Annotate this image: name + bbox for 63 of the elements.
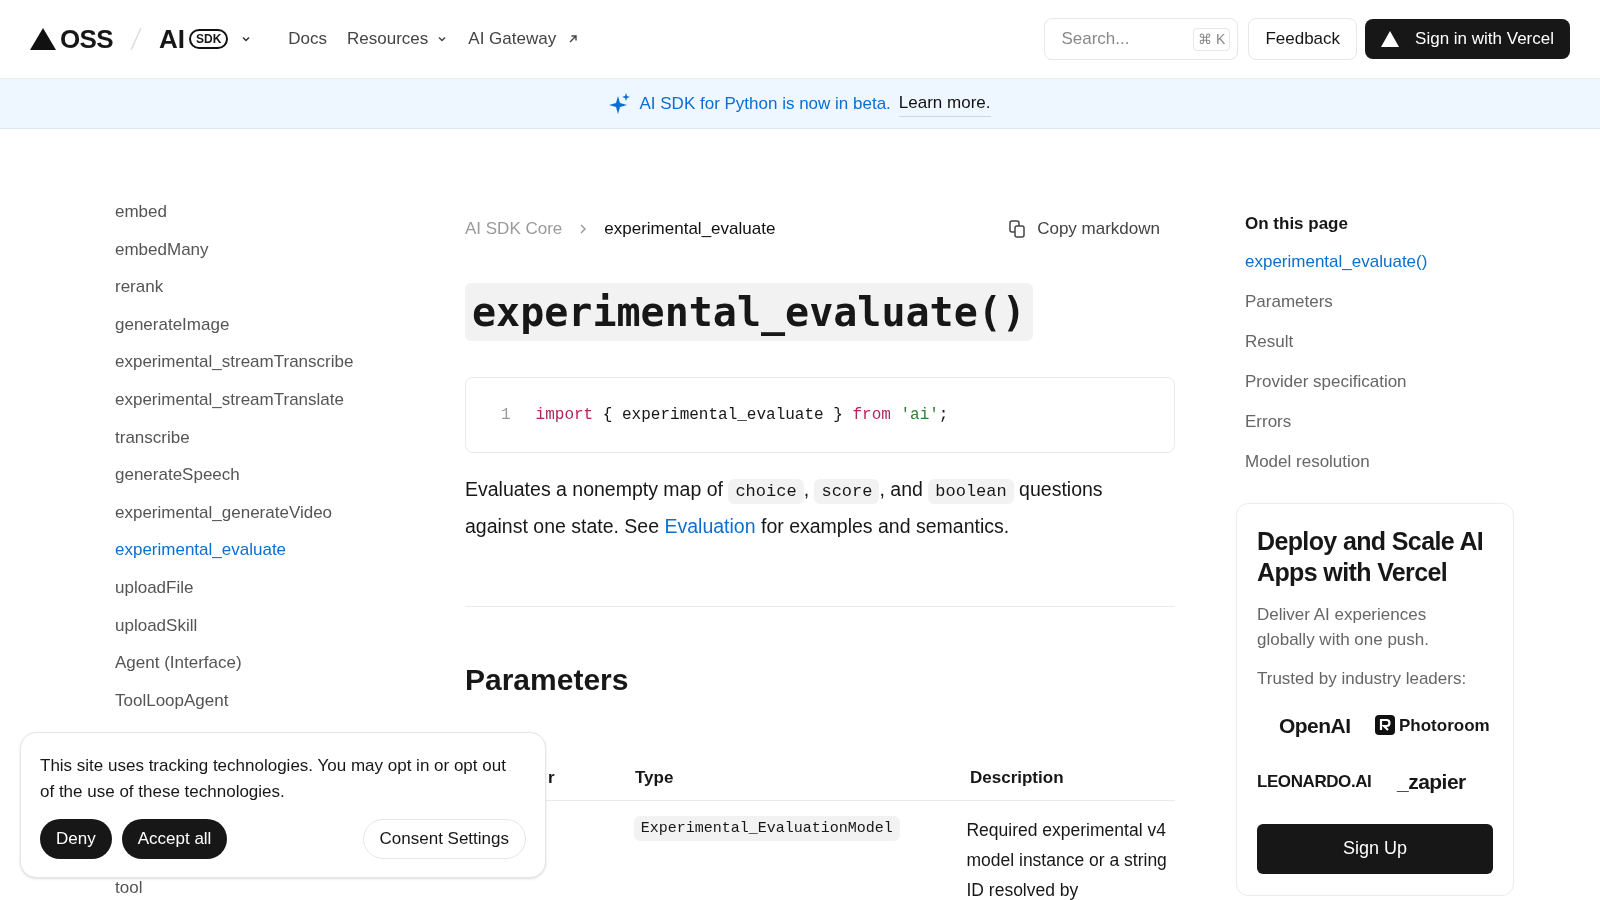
toc-link[interactable]: Result [1245,322,1530,362]
sdk-badge: SDK [188,29,229,49]
description-paragraph: Evaluates a nonempty map of choice , score , and boolean questions against one state. See Evaluation for examples and semantics. [465,477,1104,539]
triangle-icon [1381,31,1400,47]
sidebar-item[interactable]: generateImage [115,305,465,344]
sidebar-item[interactable]: uploadSkill [115,606,465,645]
photo-logo-icon [1375,715,1395,736]
banner-text: AI SDK for Python is now in beta. [639,92,891,115]
column-header: Type [635,767,674,787]
triangle-logo-icon [30,28,56,50]
slash-divider-icon [128,27,143,51]
cookie-message: This site uses tracking technologies. You may opt in or opt out of the use of these technologies. [40,755,507,803]
toc-link[interactable]: experimental_evaluate() [1245,242,1530,282]
sidebar-item[interactable]: ToolLoopAgent [115,681,465,720]
evaluation-link[interactable]: Evaluation [664,515,756,537]
sidebar-item[interactable]: experimental_streamTranscribe [115,343,465,381]
sidebar-item[interactable]: experimental_evaluate [115,531,465,569]
sign-in-button[interactable]: Sign in with Vercel [1365,19,1570,59]
sidebar-item[interactable]: embed [115,193,465,231]
brand-logo: Photoroom [1399,714,1490,737]
sign-up-button[interactable]: Sign Up [1257,823,1493,874]
nav-link[interactable]: AI Gateway [468,26,579,52]
sidebar-item[interactable]: uploadFile [115,568,465,607]
sidebar-item[interactable]: experimental_streamTranslate [115,380,465,419]
line-number: 1 [501,405,511,426]
shortcut-hint: ⌘ K [1193,28,1231,51]
sparkle-icon [609,92,632,115]
feedback-button[interactable]: Feedback [1248,18,1358,60]
copy-markdown-button[interactable]: Copy markdown [1009,216,1160,242]
sidebar-item[interactable]: experimental_generateVideo [115,493,465,532]
external-arrow-icon [568,34,579,44]
table-cell-text: Required experimental v4 model instance or a string ID resolved by [966,819,1168,900]
toc-heading: On this page [1245,213,1349,235]
sidebar-item[interactable]: generateSpeech [115,456,465,494]
toc-link[interactable]: Errors [1245,402,1530,442]
column-header: Description [970,767,1064,787]
promo-text: Deliver AI experiences globally with one push. [1257,604,1430,651]
copy-icon [1009,220,1026,238]
breadcrumb-current: experimental_evaluate [604,218,776,241]
page-title: experimental_evaluate() [465,283,1033,341]
section-heading: Parameters [465,662,630,698]
nav-link[interactable]: Resources [347,26,449,52]
nav-link[interactable]: Docs [288,26,328,52]
sidebar-item[interactable]: transcribe [115,418,465,457]
code-line: import { experimental_evaluate } from 'ai'; [535,405,949,426]
brand-logo: _zapier [1395,769,1467,795]
brand-logo: LEONARDO.AI [1257,771,1373,793]
toc-link[interactable]: Parameters [1245,282,1530,322]
learn-more-link[interactable]: Learn more. [898,90,991,117]
trusted-label: Trusted by industry leaders: [1257,668,1468,690]
column-header: r [548,767,555,787]
toc-link[interactable]: Provider specification [1245,362,1530,402]
type-code: Experimental_EvaluationModel [633,816,900,841]
cookie-button[interactable]: Deny [40,819,112,859]
cookie-button[interactable]: Accept all [121,819,228,859]
sidebar-item[interactable]: rerank [115,268,465,306]
toc-link[interactable]: Model resolution [1245,442,1530,482]
product-name[interactable]: AI [158,19,185,59]
brand-logo: OpenAI [1278,712,1352,739]
promo-title: Deploy and Scale AI Apps with Vercel [1257,526,1485,588]
sidebar-item[interactable]: Agent (Interface) [115,644,465,682]
sidebar-item[interactable]: embedMany [115,230,465,269]
logo-text[interactable]: OSS [60,19,113,59]
